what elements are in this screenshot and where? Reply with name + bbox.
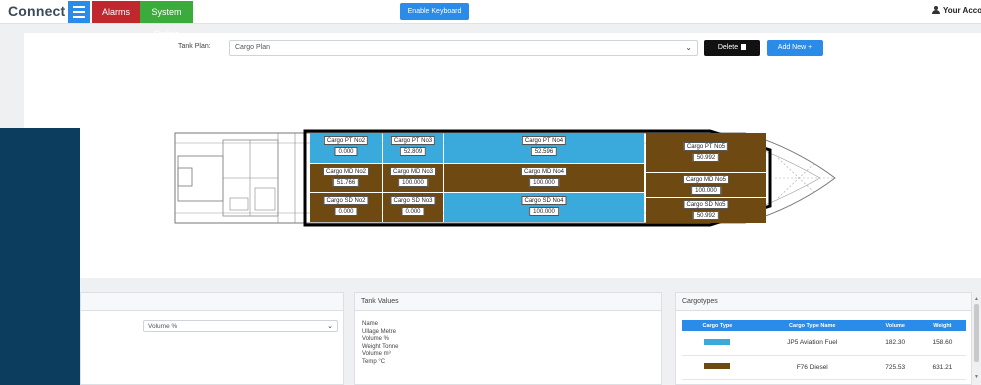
tank-sd-no5[interactable]: Cargo SD No5 50.992	[646, 198, 766, 223]
tank-value: 100.000	[529, 207, 559, 216]
top-bar: Connect Alarms System Online Enable Keyb…	[0, 0, 981, 39]
card-header	[81, 293, 343, 311]
cargo-name-cell: F76 Diesel	[752, 355, 872, 380]
alarms-button[interactable]: Alarms	[92, 1, 140, 23]
tank-value: 52.596	[530, 147, 558, 156]
tank-values-title: Tank Values	[355, 293, 661, 311]
tank-label: Cargo MD No5	[682, 175, 730, 184]
tank-pt-no2[interactable]: Cargo PT No2 0.000	[310, 133, 382, 163]
tank-value: 100.000	[529, 178, 559, 187]
cargo-color-cell	[682, 331, 753, 356]
table-header-row: Cargo Type Cargo Type Name Volume Weight	[682, 320, 966, 331]
tank-label: Cargo SD No3	[390, 196, 436, 205]
tank-value: 50.992	[692, 211, 720, 220]
system-status-button[interactable]: System Online	[140, 1, 193, 39]
tank-value-row: Temp °C	[362, 358, 386, 365]
tank-label: Cargo PT No5	[683, 142, 729, 151]
tank-label: Cargo PT No2	[323, 136, 369, 145]
tank-sd-no4[interactable]: Cargo SD No4 100.000	[444, 193, 644, 222]
display-options-card: Volume % ⌄	[80, 292, 344, 385]
ship-diagram: Cargo PT No2 0.000 Cargo PT No3 52.809 C…	[170, 128, 840, 228]
tank-plan-label: Tank Plan:	[178, 43, 211, 50]
tank-label: Cargo PT No4	[521, 136, 567, 145]
tank-value: 50.992	[692, 153, 720, 162]
tank-value: 0.000	[334, 207, 358, 216]
cargo-name-cell: JP5 Aviation Fuel	[752, 331, 872, 356]
tank-label: Cargo SD No2	[323, 196, 369, 205]
tank-value-row: Name	[362, 321, 379, 327]
cargotypes-table: Cargo Type Cargo Type Name Volume Weight…	[682, 320, 966, 380]
tank-md-no2[interactable]: Cargo MD No2 51.766	[310, 164, 382, 192]
tank-value: 0.000	[401, 207, 425, 216]
column-header: Cargo Type	[682, 320, 753, 331]
tank-values-card: Tank Values Name Ullage Metre Volume % W…	[354, 292, 662, 385]
column-header: Volume	[871, 320, 919, 331]
user-icon	[932, 6, 940, 14]
tank-label: Cargo MD No4	[520, 167, 568, 176]
column-header: Weight	[918, 320, 966, 331]
side-panel	[0, 128, 80, 385]
display-mode-selected: Volume %	[148, 323, 178, 330]
tank-sd-no2[interactable]: Cargo SD No2 0.000	[310, 193, 382, 222]
chevron-down-icon: ⌄	[327, 323, 333, 330]
tank-value-row: Volume %	[362, 336, 390, 342]
tank-label: Cargo MD No3	[389, 167, 437, 176]
account-label: Your Account	[943, 6, 981, 15]
cargo-volume-cell: 725.53	[871, 355, 919, 380]
tank-plan-select[interactable]: Cargo Plan ⌄	[229, 40, 698, 56]
tank-label: Cargo SD No5	[683, 200, 729, 209]
hamburger-icon	[73, 6, 85, 8]
cargo-volume-cell: 182.30	[871, 331, 919, 356]
menu-button[interactable]	[68, 1, 90, 23]
cargo-weight-cell: 158.60	[918, 331, 966, 356]
cargotypes-scrollbar[interactable]: ▲ ▼	[973, 296, 980, 380]
display-mode-select[interactable]: Volume % ⌄	[143, 320, 338, 332]
cargo-color-swatch	[704, 338, 731, 345]
tank-pt-no5[interactable]: Cargo PT No5 50.992	[646, 133, 766, 172]
scroll-down-icon[interactable]: ▼	[973, 374, 980, 380]
tank-value: 51.766	[332, 178, 360, 187]
tank-plan-selected: Cargo Plan	[235, 44, 271, 51]
delete-button[interactable]: Delete	[704, 40, 760, 56]
tank-label: Cargo MD No2	[322, 167, 370, 176]
tank-label: Cargo PT No3	[390, 136, 436, 145]
trash-icon	[741, 44, 747, 50]
tank-value: 100.000	[691, 186, 721, 195]
tank-value: 0.000	[334, 147, 358, 156]
tank-value-row: Weight Tonne	[362, 343, 399, 350]
tank-values-list: Name Ullage Metre Volume % Weight Tonne …	[362, 321, 398, 366]
tank-pt-no4[interactable]: Cargo PT No4 52.596	[444, 133, 644, 163]
account-menu[interactable]: Your Account	[932, 6, 981, 15]
tank-pt-no3[interactable]: Cargo PT No3 52.809	[383, 133, 443, 163]
cargo-weight-cell: 631.21	[918, 355, 966, 380]
add-new-button[interactable]: Add New +	[767, 40, 823, 56]
chevron-down-icon: ⌄	[685, 43, 692, 52]
tank-value-row: Ullage Metre	[362, 328, 397, 335]
scrollbar-thumb[interactable]	[974, 304, 979, 362]
enable-keyboard-button[interactable]: Enable Keyboard	[400, 3, 469, 20]
tank-value: 52.809	[399, 147, 427, 156]
cargotypes-title: Cargotypes	[676, 293, 971, 311]
tank-md-no3[interactable]: Cargo MD No3 100.000	[383, 164, 443, 192]
tank-value-row: Volume m³	[362, 351, 391, 357]
tank-value: 100.000	[398, 178, 428, 187]
column-header: Cargo Type Name	[752, 320, 872, 331]
scroll-up-icon[interactable]: ▲	[973, 296, 980, 302]
table-row[interactable]: JP5 Aviation Fuel 182.30 158.60	[682, 331, 966, 356]
tank-label: Cargo SD No4	[521, 196, 567, 205]
tank-md-no4[interactable]: Cargo MD No4 100.000	[444, 164, 644, 192]
cargo-color-cell	[682, 355, 753, 380]
cargotypes-card: Cargotypes Cargo Type Cargo Type Name Vo…	[675, 292, 972, 385]
cargo-color-swatch	[704, 363, 731, 369]
table-row[interactable]: F76 Diesel 725.53 631.21	[682, 355, 966, 380]
tank-md-no5[interactable]: Cargo MD No5 100.000	[646, 173, 766, 197]
brand-logo: Connect	[8, 3, 66, 19]
tank-sd-no3[interactable]: Cargo SD No3 0.000	[383, 193, 443, 222]
